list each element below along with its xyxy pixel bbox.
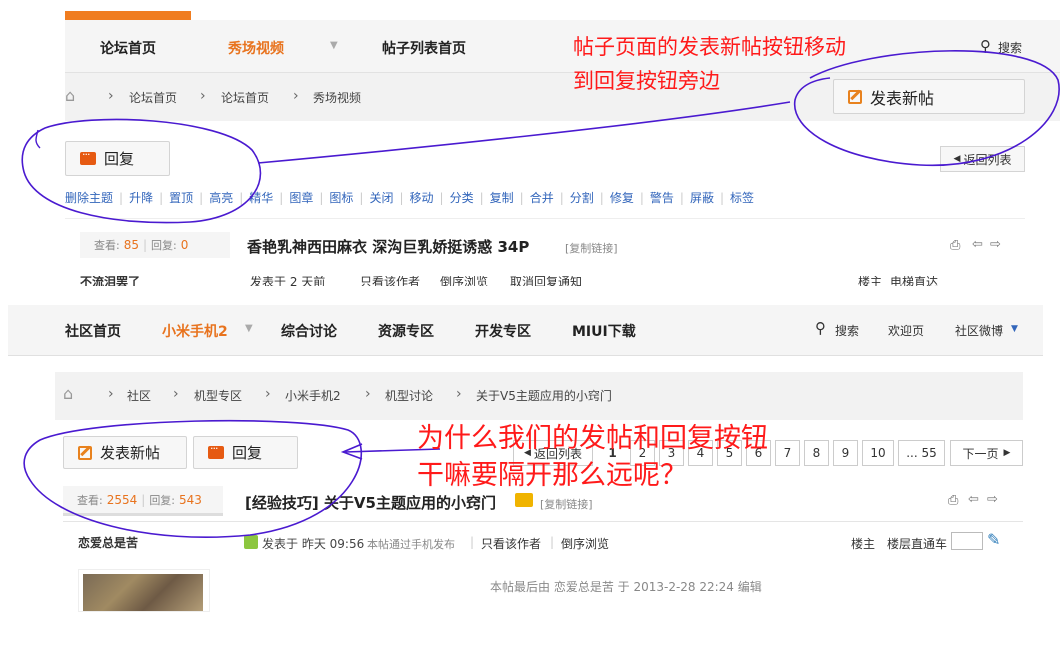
annotation-top-line2: 到回复按钮旁边: [573, 69, 720, 93]
annotation-bottom-line1: 为什么我们的发帖和回复按钮: [417, 423, 768, 454]
top-connector-line: [257, 101, 791, 164]
top-left-circle: [21, 118, 262, 224]
annotation-bottom-line2: 干嘛要隔开那么远呢？: [417, 460, 687, 491]
bottom-left-circle: [23, 419, 363, 538]
annotation-top-line1: 帖子页面的发表新帖按钮移动: [573, 35, 846, 59]
annotation-marks: [21, 50, 1060, 538]
top-right-circle: [794, 50, 1060, 167]
top-circle-tail: [35, 129, 41, 149]
